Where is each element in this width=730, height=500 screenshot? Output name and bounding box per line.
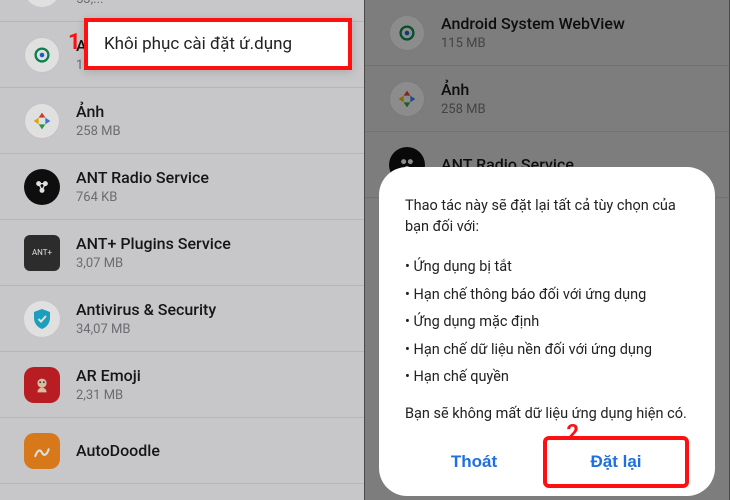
accessibility-icon: [24, 0, 60, 7]
reset-apps-menu-item[interactable]: Khôi phục cài đặt ứ.dụng: [84, 18, 352, 70]
dialog-actions: Thoát Đặt lại: [405, 436, 689, 488]
app-name: AutoDoodle: [76, 441, 346, 461]
ant-icon: [24, 169, 60, 205]
app-row[interactable]: ANT Radio Service 764 KB: [0, 154, 364, 220]
app-name: ANT Radio Service: [76, 168, 346, 188]
list-item: • Hạn chế thông báo đối với ứng dụng: [405, 281, 689, 309]
app-name: Antivirus & Security: [76, 300, 346, 320]
app-size: 764 KB: [76, 190, 346, 205]
photos-icon: [389, 81, 425, 117]
reset-dialog: Thao tác này sẽ đặt lại tất cả tùy chọn …: [379, 167, 715, 496]
app-name: Android System WebView: [441, 14, 711, 34]
list-item: • Ứng dụng bị tắt: [405, 253, 689, 281]
annotation-marker-2: 2: [566, 421, 579, 446]
app-name: ANT+ Plugins Service: [76, 234, 346, 254]
app-size: 258 MB: [441, 102, 711, 117]
ar-emoji-icon: [24, 367, 60, 403]
list-item: • Hạn chế quyền: [405, 363, 689, 391]
menu-label: Khôi phục cài đặt ứ.dụng: [104, 34, 292, 54]
cancel-button[interactable]: Thoát: [405, 436, 543, 488]
dialog-intro: Thao tác này sẽ đặt lại tất cả tùy chọn …: [405, 195, 689, 237]
annotation-marker-1: 1: [68, 30, 81, 55]
app-row[interactable]: ANT+ ANT+ Plugins Service 3,07 MB: [0, 220, 364, 286]
app-size: 2,31 MB: [76, 388, 346, 403]
autodoodle-icon: [24, 433, 60, 469]
app-row[interactable]: Ảnh 258 MB: [0, 88, 364, 154]
app-name: AR Emoji: [76, 366, 346, 386]
list-item: • Hạn chế dữ liệu nền đối với ứng dụng: [405, 336, 689, 364]
app-row[interactable]: AutoDoodle: [0, 418, 364, 484]
app-row[interactable]: Android System WebView 115 MB: [365, 0, 729, 66]
app-name: Ảnh: [76, 102, 346, 122]
app-size: 115 MB: [441, 36, 711, 51]
app-name: Ảnh: [441, 80, 711, 100]
dialog-list: • Ứng dụng bị tắt • Hạn chế thông báo đố…: [405, 253, 689, 391]
photos-icon: [24, 103, 60, 139]
app-size: 34,07 MB: [76, 322, 346, 337]
app-row[interactable]: AR Emoji 2,31 MB: [0, 352, 364, 418]
app-row[interactable]: Antivirus & Security 34,07 MB: [0, 286, 364, 352]
confirm-button[interactable]: Đặt lại: [543, 436, 689, 488]
app-row[interactable]: Ảnh 258 MB: [365, 66, 729, 132]
webview-icon: [389, 15, 425, 51]
shield-icon: [24, 301, 60, 337]
list-item: • Ứng dụng mặc định: [405, 308, 689, 336]
app-size: 258 MB: [76, 124, 346, 139]
webview-icon: [24, 37, 60, 73]
app-size: 3,07 MB: [76, 256, 346, 271]
ant-plus-icon: ANT+: [24, 235, 60, 271]
dialog-note: Bạn sẽ không mất dữ liệu ứng dụng hiện c…: [405, 405, 689, 422]
app-size: 53,...: [76, 0, 346, 7]
